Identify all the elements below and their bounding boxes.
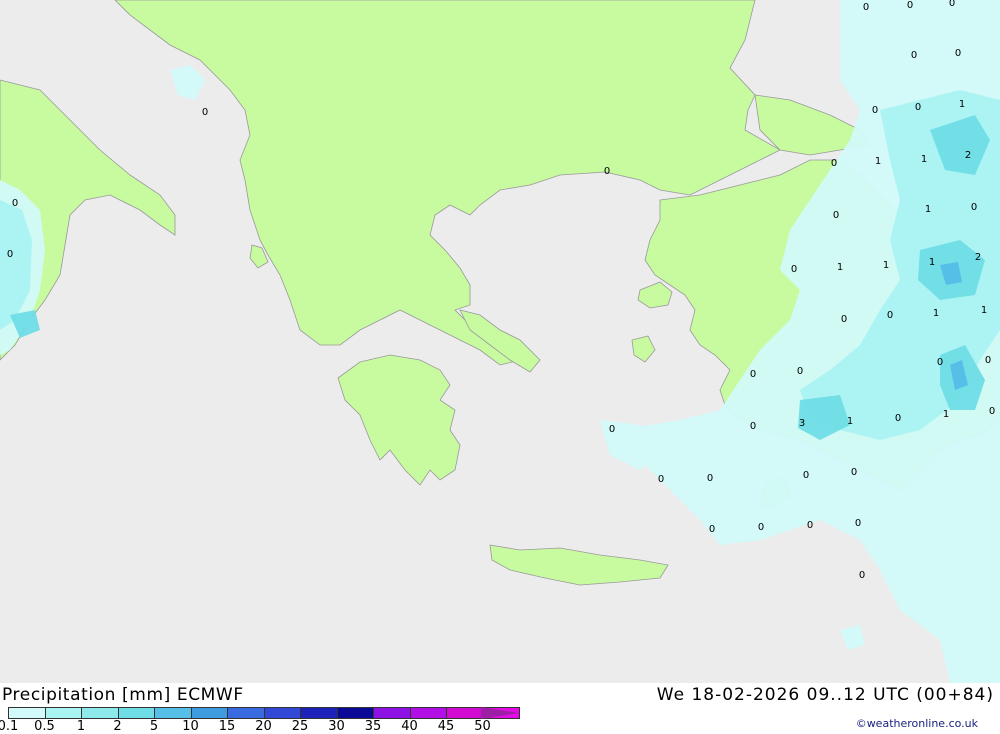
precip-value-label: 0 bbox=[833, 210, 839, 221]
legend-tick-label: 1 bbox=[76, 719, 86, 734]
precip-value-label: 1 bbox=[959, 99, 965, 110]
precip-value-label: 0 bbox=[758, 522, 764, 533]
precip-value-label: 0 bbox=[911, 50, 917, 61]
precip-value-label: 0 bbox=[955, 48, 961, 59]
precip-value-label: 0 bbox=[791, 264, 797, 275]
precip-value-label: 0 bbox=[807, 520, 813, 531]
precip-value-label: 0 bbox=[707, 473, 713, 484]
legend-swatch bbox=[409, 707, 446, 719]
precip-value-label: 1 bbox=[933, 308, 939, 319]
legend-swatch bbox=[190, 707, 227, 719]
precip-value-label: 0 bbox=[797, 366, 803, 377]
precip-value-label: 0 bbox=[750, 369, 756, 380]
legend-tick-label: 15 bbox=[218, 719, 236, 734]
legend-swatch bbox=[117, 707, 154, 719]
legend-tick-label: 40 bbox=[401, 719, 418, 734]
precip-value-label: 0 bbox=[851, 467, 857, 478]
precip-value-label: 0 bbox=[915, 102, 921, 113]
precip-value-label: 1 bbox=[883, 260, 889, 271]
legend-tick-label: 5 bbox=[149, 719, 159, 734]
precip-value-label: 1 bbox=[837, 262, 843, 273]
precip-value-label: 1 bbox=[943, 409, 949, 420]
precip-value-label: 0 bbox=[863, 2, 869, 13]
precip-value-label: 3 bbox=[799, 418, 805, 429]
credit-link[interactable]: ©weatheronline.co.uk bbox=[856, 717, 978, 730]
legend-swatch bbox=[263, 707, 300, 719]
precip-value-label: 0 bbox=[887, 310, 893, 321]
legend-tick-label: 30 bbox=[328, 719, 345, 734]
legend-swatch bbox=[300, 707, 337, 719]
precip-value-label: 0 bbox=[872, 105, 878, 116]
precip-value-label: 0 bbox=[609, 424, 615, 435]
legend-tick-label: 0.5 bbox=[34, 719, 55, 734]
forecast-datetime: We 18-02-2026 09..12 UTC (00+84) bbox=[656, 685, 994, 705]
precip-value-label: 1 bbox=[875, 156, 881, 167]
precip-value-label: 0 bbox=[937, 357, 943, 368]
precip-value-label: 0 bbox=[803, 470, 809, 481]
precip-value-label: 0 bbox=[841, 314, 847, 325]
legend-tick-label: 50 bbox=[474, 719, 491, 734]
legend-tick-label: 45 bbox=[437, 719, 455, 734]
precip-value-label: 1 bbox=[921, 154, 927, 165]
precip-value-label: 0 bbox=[971, 202, 977, 213]
legend-tick-label: 20 bbox=[255, 719, 272, 734]
map-title: Precipitation [mm] ECMWF bbox=[2, 685, 244, 705]
precip-value-label: 0 bbox=[949, 0, 955, 9]
precip-value-label: 0 bbox=[202, 107, 208, 118]
precip-value-label: 0 bbox=[12, 198, 18, 209]
precip-value-label: 0 bbox=[989, 406, 995, 417]
precip-value-label: 0 bbox=[709, 524, 715, 535]
legend-swatch bbox=[336, 707, 373, 719]
legend-tick-label: 35 bbox=[364, 719, 382, 734]
precip-value-label: 0 bbox=[7, 249, 13, 260]
precip-value-label: 0 bbox=[985, 355, 991, 366]
precip-value-label: 0 bbox=[907, 0, 913, 11]
precip-value-label: 1 bbox=[981, 305, 987, 316]
legend-swatch bbox=[446, 707, 483, 719]
map-footer: Precipitation [mm] ECMWF We 18-02-2026 0… bbox=[0, 683, 1000, 734]
legend-swatch bbox=[8, 707, 45, 719]
legend-arrow-icon bbox=[481, 707, 519, 719]
precipitation-map[interactable]: 0 0 0 0 0 0 1 0 1 1 2 0 0 1 0 0 0 0 0 2 1 1 1 0 0 1 1 0 0 0 3 1 0 1 0 0 0 0 0 0… bbox=[0, 0, 1000, 683]
legend-swatch bbox=[81, 707, 118, 719]
precip-value-label: 0 bbox=[658, 474, 664, 485]
legend-tick-label: 0.1 bbox=[0, 719, 19, 734]
color-legend bbox=[8, 707, 520, 719]
precip-value-label: 2 bbox=[975, 252, 981, 263]
precip-value-label: 0 bbox=[855, 518, 861, 529]
precip-value-label: 0 bbox=[604, 166, 610, 177]
precip-value-label: 0 bbox=[831, 158, 837, 169]
map-canvas: 0 0 0 0 0 0 1 0 1 1 2 0 0 1 0 0 0 0 0 2 1 1 1 0 0 1 1 0 0 0 3 1 0 1 0 0 0 0 0 0… bbox=[0, 0, 1000, 683]
legend-swatch bbox=[373, 707, 410, 719]
legend-swatch bbox=[227, 707, 264, 719]
legend-tick-label: 25 bbox=[291, 719, 309, 734]
precip-value-label: 0 bbox=[750, 421, 756, 432]
precip-value-label: 2 bbox=[965, 150, 971, 161]
legend-swatch bbox=[44, 707, 81, 719]
legend-swatch bbox=[154, 707, 191, 719]
legend-tick-label: 10 bbox=[182, 719, 199, 734]
precip-value-label: 1 bbox=[925, 204, 931, 215]
legend-tick-label: 2 bbox=[113, 719, 122, 734]
precip-value-label: 0 bbox=[859, 570, 865, 581]
precip-value-label: 1 bbox=[929, 257, 935, 268]
precip-value-label: 1 bbox=[847, 416, 853, 427]
precip-value-label: 0 bbox=[895, 413, 901, 424]
